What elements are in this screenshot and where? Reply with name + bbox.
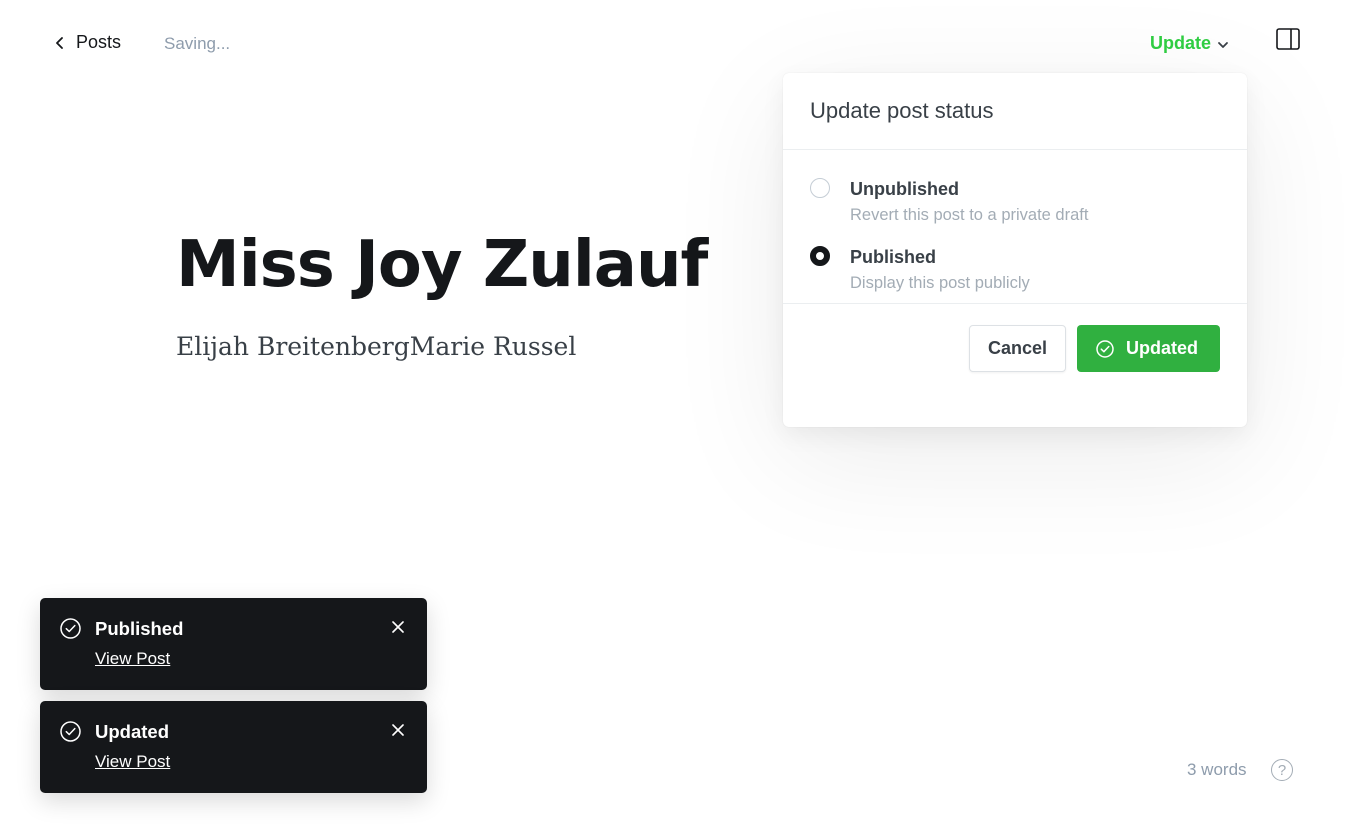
- radio-unpublished[interactable]: [810, 178, 830, 198]
- update-menu-button[interactable]: Update: [1150, 33, 1229, 54]
- option-label: Published: [850, 247, 937, 267]
- option-description: Revert this post to a private draft: [850, 206, 1089, 224]
- back-label: Posts: [76, 32, 122, 52]
- updated-button[interactable]: Updated: [1077, 325, 1220, 372]
- update-status-popover: Update post status Unpublished Revert th…: [783, 73, 1247, 427]
- status-option-unpublished[interactable]: Unpublished Revert this post to a privat…: [810, 178, 1220, 225]
- back-to-posts-link[interactable]: Posts: [54, 32, 121, 53]
- toast-updated: Updated View Post: [40, 701, 427, 793]
- post-body[interactable]: Elijah BreitenbergMarie Russel: [176, 332, 576, 361]
- help-icon[interactable]: ?: [1271, 759, 1293, 781]
- close-icon[interactable]: [392, 724, 404, 736]
- help-glyph: ?: [1277, 761, 1287, 779]
- check-circle-icon: [60, 721, 81, 742]
- toast-published: Published View Post: [40, 598, 427, 690]
- chevron-left-icon: [56, 36, 63, 49]
- chevron-down-icon: [1218, 42, 1228, 48]
- popover-actions: Cancel Updated: [783, 304, 1247, 372]
- status-option-published[interactable]: Published Display this post publicly: [810, 246, 1220, 293]
- check-circle-icon: [1096, 339, 1114, 358]
- cancel-button[interactable]: Cancel: [968, 325, 1066, 372]
- radio-published[interactable]: [810, 246, 830, 266]
- option-description: Display this post publicly: [850, 274, 1030, 292]
- close-icon[interactable]: [392, 621, 404, 633]
- post-title[interactable]: Miss Joy Zulauf: [176, 228, 708, 302]
- toast-title: Updated: [95, 721, 169, 742]
- toast-title: Published: [95, 618, 184, 639]
- update-label: Update: [1150, 33, 1212, 53]
- status-options: Unpublished Revert this post to a privat…: [783, 150, 1247, 304]
- popover-title: Update post status: [783, 73, 1247, 150]
- saving-status: Saving...: [164, 34, 231, 53]
- updated-button-label: Updated: [1126, 338, 1198, 358]
- option-label: Unpublished: [850, 179, 959, 199]
- word-count: 3 words: [1187, 760, 1247, 779]
- view-post-link[interactable]: View Post: [95, 752, 170, 772]
- view-post-link[interactable]: View Post: [95, 649, 170, 669]
- check-circle-icon: [60, 618, 81, 639]
- sidebar-toggle-icon[interactable]: [1276, 28, 1300, 50]
